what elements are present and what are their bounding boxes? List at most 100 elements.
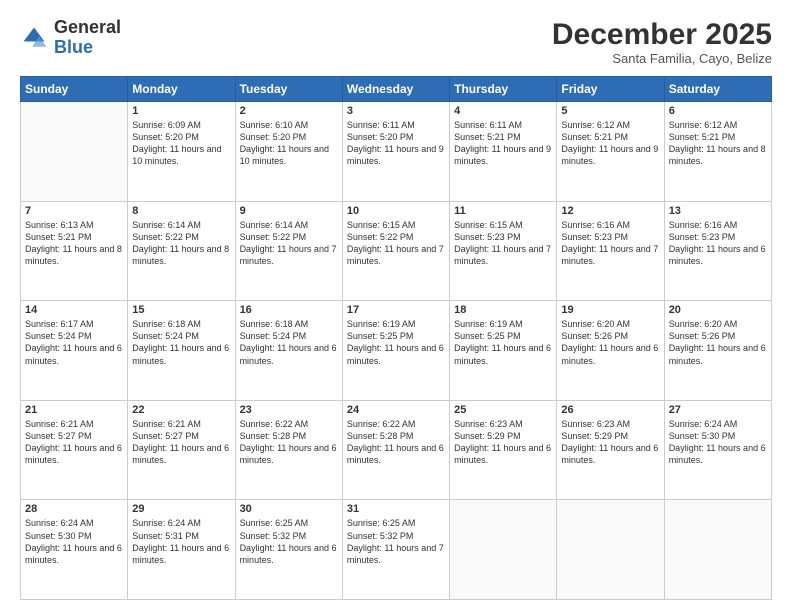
- table-row: 20 Sunrise: 6:20 AM Sunset: 5:26 PM Dayli…: [664, 301, 771, 401]
- cell-content: Sunrise: 6:10 AM Sunset: 5:20 PM Dayligh…: [240, 119, 338, 168]
- day-number: 1: [132, 105, 230, 117]
- table-row: 28 Sunrise: 6:24 AM Sunset: 5:30 PM Dayli…: [21, 500, 128, 600]
- cell-content: Sunrise: 6:14 AM Sunset: 5:22 PM Dayligh…: [132, 219, 230, 268]
- cell-content: Sunrise: 6:12 AM Sunset: 5:21 PM Dayligh…: [669, 119, 767, 168]
- header-sunday: Sunday: [21, 77, 128, 102]
- table-row: 4 Sunrise: 6:11 AM Sunset: 5:21 PM Daylig…: [450, 102, 557, 202]
- table-row: 5Sunrise: 6:12 AM Sunset: 5:21 PM Daylig…: [557, 102, 664, 202]
- day-number: 3: [347, 105, 445, 117]
- calendar-table: Sunday Monday Tuesday Wednesday Thursday…: [20, 76, 772, 600]
- day-number: 28: [25, 503, 123, 515]
- table-row: 8 Sunrise: 6:14 AM Sunset: 5:22 PM Daylig…: [128, 201, 235, 301]
- day-number: 12: [561, 205, 659, 217]
- header-friday: Friday: [557, 77, 664, 102]
- cell-content: Sunrise: 6:09 AM Sunset: 5:20 PM Dayligh…: [132, 119, 230, 168]
- day-number: 6: [669, 105, 767, 117]
- day-number: 10: [347, 205, 445, 217]
- table-row: 31 Sunrise: 6:25 AM Sunset: 5:32 PM Dayli…: [342, 500, 449, 600]
- table-row: 22 Sunrise: 6:21 AM Sunset: 5:27 PM Dayli…: [128, 400, 235, 500]
- cell-content: Sunrise: 6:13 AM Sunset: 5:21 PM Dayligh…: [25, 219, 123, 268]
- table-row: 17 Sunrise: 6:19 AM Sunset: 5:25 PM Dayli…: [342, 301, 449, 401]
- day-number: 11: [454, 205, 552, 217]
- header: General Blue December 2025 Santa Familia…: [20, 18, 772, 66]
- table-row: 1 Sunrise: 6:09 AM Sunset: 5:20 PM Daylig…: [128, 102, 235, 202]
- cell-content: Sunrise: 6:22 AM Sunset: 5:28 PM Dayligh…: [347, 418, 445, 467]
- table-row: [664, 500, 771, 600]
- month-title: December 2025: [552, 18, 772, 51]
- header-tuesday: Tuesday: [235, 77, 342, 102]
- day-number: 7: [25, 205, 123, 217]
- table-row: 23Sunrise: 6:22 AM Sunset: 5:28 PM Dayli…: [235, 400, 342, 500]
- table-row: [557, 500, 664, 600]
- day-number: 9: [240, 205, 338, 217]
- table-row: 9 Sunrise: 6:14 AM Sunset: 5:22 PM Daylig…: [235, 201, 342, 301]
- header-wednesday: Wednesday: [342, 77, 449, 102]
- cell-content: Sunrise: 6:11 AM Sunset: 5:21 PM Dayligh…: [454, 119, 552, 168]
- header-monday: Monday: [128, 77, 235, 102]
- day-number: 21: [25, 404, 123, 416]
- day-number: 17: [347, 304, 445, 316]
- cell-content: Sunrise: 6:24 AM Sunset: 5:30 PM Dayligh…: [25, 517, 123, 566]
- table-row: 3Sunrise: 6:11 AM Sunset: 5:20 PM Daylig…: [342, 102, 449, 202]
- page: General Blue December 2025 Santa Familia…: [0, 0, 792, 612]
- day-number: 29: [132, 503, 230, 515]
- cell-content: Sunrise: 6:23 AM Sunset: 5:29 PM Dayligh…: [454, 418, 552, 467]
- cell-content: Sunrise: 6:19 AM Sunset: 5:25 PM Dayligh…: [454, 318, 552, 367]
- day-number: 20: [669, 304, 767, 316]
- table-row: 11 Sunrise: 6:15 AM Sunset: 5:23 PM Dayli…: [450, 201, 557, 301]
- day-number: 14: [25, 304, 123, 316]
- table-row: 6 Sunrise: 6:12 AM Sunset: 5:21 PM Daylig…: [664, 102, 771, 202]
- day-number: 22: [132, 404, 230, 416]
- day-number: 24: [347, 404, 445, 416]
- header-thursday: Thursday: [450, 77, 557, 102]
- cell-content: Sunrise: 6:20 AM Sunset: 5:26 PM Dayligh…: [669, 318, 767, 367]
- day-number: 15: [132, 304, 230, 316]
- day-number: 23: [240, 404, 338, 416]
- day-number: 2: [240, 105, 338, 117]
- cell-content: Sunrise: 6:18 AM Sunset: 5:24 PM Dayligh…: [132, 318, 230, 367]
- table-row: 27 Sunrise: 6:24 AM Sunset: 5:30 PM Dayli…: [664, 400, 771, 500]
- day-number: 31: [347, 503, 445, 515]
- day-number: 16: [240, 304, 338, 316]
- calendar-week-1: 1 Sunrise: 6:09 AM Sunset: 5:20 PM Daylig…: [21, 102, 772, 202]
- logo-blue: Blue: [54, 37, 93, 57]
- table-row: [450, 500, 557, 600]
- logo-icon: [20, 24, 48, 52]
- location-subtitle: Santa Familia, Cayo, Belize: [552, 51, 772, 66]
- cell-content: Sunrise: 6:14 AM Sunset: 5:22 PM Dayligh…: [240, 219, 338, 268]
- table-row: 15 Sunrise: 6:18 AM Sunset: 5:24 PM Dayli…: [128, 301, 235, 401]
- table-row: 18 Sunrise: 6:19 AM Sunset: 5:25 PM Dayli…: [450, 301, 557, 401]
- day-number: 18: [454, 304, 552, 316]
- table-row: 12 Sunrise: 6:16 AM Sunset: 5:23 PM Dayli…: [557, 201, 664, 301]
- calendar-week-3: 14Sunrise: 6:17 AM Sunset: 5:24 PM Dayli…: [21, 301, 772, 401]
- cell-content: Sunrise: 6:16 AM Sunset: 5:23 PM Dayligh…: [561, 219, 659, 268]
- cell-content: Sunrise: 6:21 AM Sunset: 5:27 PM Dayligh…: [132, 418, 230, 467]
- logo: General Blue: [20, 18, 121, 58]
- cell-content: Sunrise: 6:23 AM Sunset: 5:29 PM Dayligh…: [561, 418, 659, 467]
- cell-content: Sunrise: 6:15 AM Sunset: 5:22 PM Dayligh…: [347, 219, 445, 268]
- table-row: 2 Sunrise: 6:10 AM Sunset: 5:20 PM Daylig…: [235, 102, 342, 202]
- calendar-week-4: 21 Sunrise: 6:21 AM Sunset: 5:27 PM Dayli…: [21, 400, 772, 500]
- cell-content: Sunrise: 6:24 AM Sunset: 5:30 PM Dayligh…: [669, 418, 767, 467]
- cell-content: Sunrise: 6:15 AM Sunset: 5:23 PM Dayligh…: [454, 219, 552, 268]
- day-number: 8: [132, 205, 230, 217]
- day-number: 30: [240, 503, 338, 515]
- table-row: [21, 102, 128, 202]
- cell-content: Sunrise: 6:25 AM Sunset: 5:32 PM Dayligh…: [240, 517, 338, 566]
- day-number: 25: [454, 404, 552, 416]
- table-row: 13Sunrise: 6:16 AM Sunset: 5:23 PM Dayli…: [664, 201, 771, 301]
- table-row: 30 Sunrise: 6:25 AM Sunset: 5:32 PM Dayli…: [235, 500, 342, 600]
- calendar-week-2: 7 Sunrise: 6:13 AM Sunset: 5:21 PM Daylig…: [21, 201, 772, 301]
- day-number: 4: [454, 105, 552, 117]
- day-number: 27: [669, 404, 767, 416]
- cell-content: Sunrise: 6:25 AM Sunset: 5:32 PM Dayligh…: [347, 517, 445, 566]
- cell-content: Sunrise: 6:16 AM Sunset: 5:23 PM Dayligh…: [669, 219, 767, 268]
- cell-content: Sunrise: 6:19 AM Sunset: 5:25 PM Dayligh…: [347, 318, 445, 367]
- table-row: 26Sunrise: 6:23 AM Sunset: 5:29 PM Dayli…: [557, 400, 664, 500]
- cell-content: Sunrise: 6:18 AM Sunset: 5:24 PM Dayligh…: [240, 318, 338, 367]
- logo-general: General: [54, 17, 121, 37]
- table-row: 7 Sunrise: 6:13 AM Sunset: 5:21 PM Daylig…: [21, 201, 128, 301]
- table-row: 10 Sunrise: 6:15 AM Sunset: 5:22 PM Dayli…: [342, 201, 449, 301]
- table-row: 16 Sunrise: 6:18 AM Sunset: 5:24 PM Dayli…: [235, 301, 342, 401]
- table-row: 21Sunrise: 6:21 AM Sunset: 5:27 PM Dayli…: [21, 400, 128, 500]
